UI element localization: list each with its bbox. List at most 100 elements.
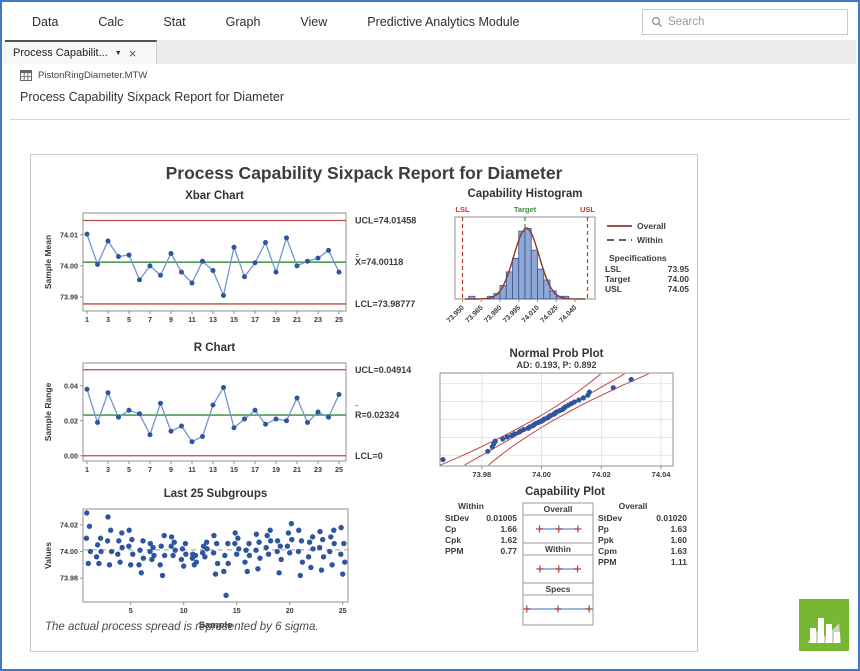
svg-text:Pp: Pp (598, 524, 609, 534)
svg-text:73.965: 73.965 (465, 304, 485, 324)
target-marker-label: Target (514, 205, 537, 214)
report-canvas[interactable]: Process Capability Sixpack Report for Di… (30, 154, 698, 652)
svg-text:73.950: 73.950 (446, 304, 466, 324)
svg-text:3: 3 (106, 315, 110, 324)
svg-text:74.040: 74.040 (558, 304, 578, 324)
output-pane: PistonRingDiameter.MTW Process Capabilit… (4, 64, 856, 667)
svg-text:3: 3 (106, 465, 110, 474)
hist-title: Capability Histogram (467, 188, 582, 200)
svg-text:PPM: PPM (598, 557, 616, 567)
svg-text:15: 15 (230, 315, 238, 324)
svg-text:74.05: 74.05 (668, 284, 690, 294)
svg-text:9: 9 (169, 465, 173, 474)
menu-item-graph[interactable]: Graph (226, 15, 261, 29)
svg-text:15: 15 (233, 606, 241, 615)
lsl-marker-label: LSL (455, 205, 470, 214)
menu-item-predictive-analytics-module[interactable]: Predictive Analytics Module (367, 15, 519, 29)
svg-text:StDev: StDev (598, 513, 622, 523)
rchart-title: R Chart (194, 342, 236, 354)
svg-text:Cp: Cp (445, 524, 456, 534)
capplot-box-specs: Specs (545, 584, 570, 594)
tab-strip: Process Capabilit... ▼ × (4, 40, 856, 64)
svg-text:74.00: 74.00 (60, 261, 78, 270)
svg-text:0.02: 0.02 (64, 416, 78, 425)
svg-text:5: 5 (129, 606, 133, 615)
report-heading: Process Capability Sixpack Report for Di… (20, 90, 284, 104)
svg-text:0.04: 0.04 (64, 381, 78, 390)
svg-text:20: 20 (286, 606, 294, 615)
xbar-ylabel: Sample Mean (43, 235, 53, 289)
tab-dropdown-icon[interactable]: ▼ (115, 50, 122, 57)
usl-marker-label: USL (580, 205, 595, 214)
minitab-graph-icon[interactable] (799, 599, 849, 651)
worksheet-icon (20, 70, 32, 81)
xbar-cl-label: X=74.00118 (355, 257, 403, 267)
rchart-cl-label: R=0.02324 (355, 410, 399, 420)
rchart-ylabel: Sample Range (43, 382, 53, 441)
menu-item-view[interactable]: View (300, 15, 327, 29)
svg-text:13: 13 (209, 465, 217, 474)
worksheet-name: PistonRingDiameter.MTW (38, 70, 147, 81)
subgroups-ylabel: Values (43, 542, 53, 569)
svg-text:Cpk: Cpk (445, 535, 461, 545)
svg-text:74.025: 74.025 (540, 304, 560, 324)
svg-text:1.63: 1.63 (670, 524, 687, 534)
svg-text:74.04: 74.04 (652, 470, 672, 479)
svg-text:0.00: 0.00 (64, 451, 78, 460)
svg-text:1.62: 1.62 (500, 535, 517, 545)
menu-item-stat[interactable]: Stat (163, 15, 185, 29)
menu-item-calc[interactable]: Calc (98, 15, 123, 29)
tab-label: Process Capabilit... (13, 47, 108, 59)
capability-plot[interactable]: Capability PlotOverallWithinSpecsWithinS… (443, 481, 699, 651)
svg-text:1.66: 1.66 (500, 524, 517, 534)
svg-text:0.77: 0.77 (500, 546, 517, 556)
svg-text:25: 25 (339, 606, 347, 615)
overall-stats-title: Overall (619, 501, 648, 511)
svg-text:13: 13 (209, 315, 217, 324)
normal-prob-plot[interactable]: Normal Prob PlotAD: 0.193, P: 0.892 73.98… (431, 347, 699, 497)
svg-text:17: 17 (251, 315, 259, 324)
legend-within: Within (637, 235, 663, 245)
worksheet-row[interactable]: PistonRingDiameter.MTW (20, 70, 147, 81)
svg-text:73.98: 73.98 (60, 574, 78, 583)
svg-text:19: 19 (272, 315, 280, 324)
document-tab[interactable]: Process Capabilit... ▼ × (5, 40, 157, 64)
xbar-title: Xbar Chart (185, 190, 244, 202)
specifications-title: Specifications (609, 253, 667, 263)
search-box[interactable] (642, 9, 848, 35)
tab-close-icon[interactable]: × (129, 47, 137, 60)
svg-text:=: = (356, 254, 360, 260)
search-icon (651, 16, 663, 28)
capability-histogram[interactable]: Capability Histogram LSL Target USL 73.95073… (443, 181, 699, 351)
svg-text:73.98: 73.98 (472, 470, 491, 479)
svg-text:74.00: 74.00 (532, 470, 551, 479)
svg-text:1: 1 (85, 315, 89, 324)
app-window: Data Calc Stat Graph View Predictive Analytic… (0, 0, 860, 671)
svg-text:11: 11 (188, 315, 196, 324)
probplot-subtitle: AD: 0.193, P: 0.892 (516, 360, 596, 370)
svg-text:1.11: 1.11 (671, 557, 687, 567)
search-input[interactable] (668, 16, 847, 28)
rchart-lcl-label: LCL=0 (355, 451, 383, 461)
svg-text:5: 5 (127, 465, 131, 474)
menu-item-data[interactable]: Data (32, 15, 58, 29)
legend-overall: Overall (637, 221, 666, 231)
svg-text:7: 7 (148, 465, 152, 474)
report-footnote: The actual process spread is represented… (45, 621, 319, 633)
svg-text:25: 25 (335, 465, 343, 474)
svg-text:USL: USL (605, 284, 622, 294)
svg-text:11: 11 (188, 465, 196, 474)
svg-text:23: 23 (314, 465, 322, 474)
svg-text:15: 15 (230, 465, 238, 474)
svg-text:25: 25 (335, 315, 343, 324)
svg-text:21: 21 (293, 315, 301, 324)
svg-text:21: 21 (293, 465, 301, 474)
svg-text:74.00: 74.00 (60, 547, 78, 556)
svg-text:9: 9 (169, 315, 173, 324)
svg-text:1.60: 1.60 (670, 535, 687, 545)
xbar-lcl-label: LCL=73.98777 (355, 299, 415, 309)
probplot-title: Normal Prob Plot (510, 348, 604, 360)
capplot-box-overall: Overall (544, 504, 573, 514)
capplot-box-within: Within (545, 544, 571, 554)
subgroups-title: Last 25 Subgroups (164, 488, 268, 500)
